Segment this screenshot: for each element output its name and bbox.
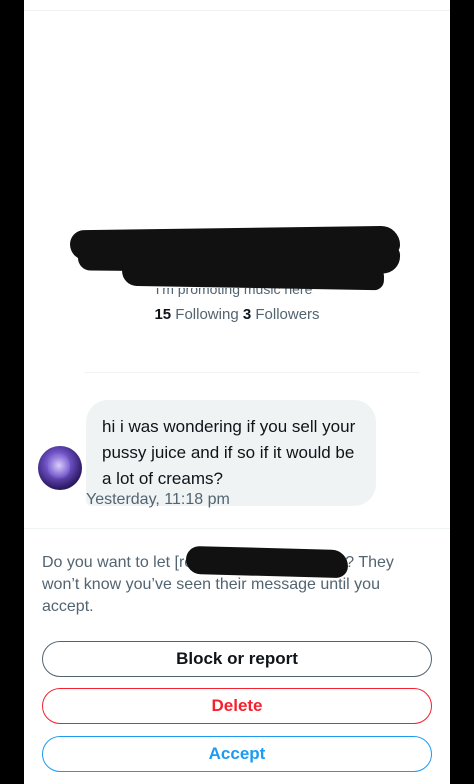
delete-button[interactable]: Delete (42, 688, 432, 724)
top-divider (24, 10, 450, 11)
following-label: Following (175, 306, 239, 323)
following-link[interactable]: 15 Following (154, 306, 238, 323)
section-divider (24, 528, 450, 529)
follow-stats: 15 Following 3 Followers (24, 306, 450, 323)
message-text: hi i was wondering if you sell your puss… (102, 417, 356, 488)
dm-conversation-screen: I'm promoting music here 15 Following 3 … (24, 0, 450, 784)
section-divider (84, 372, 420, 373)
redaction-mark (121, 259, 385, 291)
followers-count: 3 (242, 306, 252, 323)
redaction-mark (185, 545, 349, 579)
sender-avatar[interactable] (38, 446, 82, 490)
followers-label: Followers (255, 306, 320, 323)
block-or-report-button[interactable]: Block or report (42, 641, 432, 677)
accept-button[interactable]: Accept (42, 736, 432, 772)
following-count: 15 (154, 306, 172, 323)
message-timestamp: Yesterday, 11:18 pm (86, 491, 230, 508)
followers-link[interactable]: 3 Followers (243, 306, 320, 323)
